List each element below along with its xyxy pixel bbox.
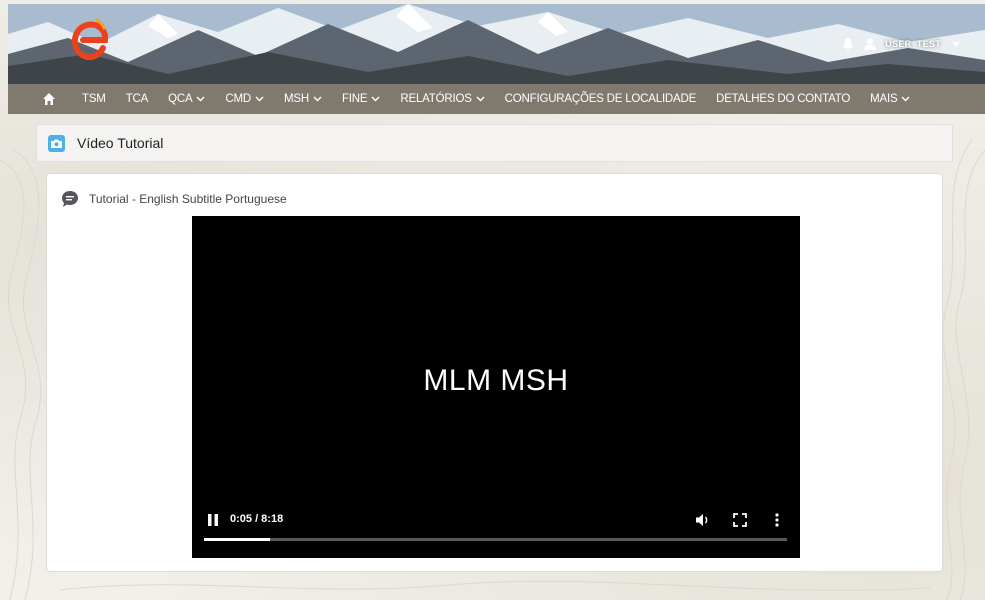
chevron-down-icon xyxy=(196,96,205,102)
chat-icon xyxy=(62,191,78,207)
video-controls: 0:05 / 8:18 xyxy=(192,506,800,546)
video-player[interactable]: MLM MSH 0:05 / 8:18 xyxy=(192,216,800,558)
chevron-down-icon xyxy=(255,96,264,102)
brand-logo[interactable] xyxy=(70,18,112,62)
nav-item-label: TCA xyxy=(125,93,149,105)
video-title: MLM MSH xyxy=(423,364,569,397)
header-banner: USER_TEST xyxy=(8,4,985,84)
video-progress-fill xyxy=(204,538,270,541)
user-icon[interactable] xyxy=(863,37,877,51)
card-header: Tutorial - English Subtitle Portuguese xyxy=(61,190,287,208)
page-title: Vídeo Tutorial xyxy=(77,135,164,151)
video-progress-bar[interactable] xyxy=(204,538,787,541)
nav-item-qca[interactable]: QCA xyxy=(158,84,215,114)
chevron-down-icon xyxy=(901,96,910,102)
nav-item-cmd[interactable]: CMD xyxy=(215,84,274,114)
main-navbar: TSM TCA QCA CMD MSH FINE RELATÓRIOS CONFIGURAÇÕ… xyxy=(8,84,985,114)
nav-item-label: MAIS xyxy=(870,93,898,105)
nav-items: TSM TCA QCA CMD MSH FINE RELATÓRIOS CONFIGURAÇÕ… xyxy=(72,84,920,114)
content-card: Tutorial - English Subtitle Portuguese M… xyxy=(46,173,943,572)
chevron-down-icon xyxy=(313,96,322,102)
home-icon[interactable] xyxy=(42,92,56,106)
nav-item-label: RELATÓRIOS xyxy=(400,93,472,105)
nav-item-label: TSM xyxy=(82,93,106,105)
nav-item-mais[interactable]: MAIS xyxy=(860,84,920,114)
pause-icon[interactable] xyxy=(206,513,220,527)
chevron-down-icon xyxy=(476,96,485,102)
user-area: USER_TEST xyxy=(841,34,963,54)
fullscreen-icon[interactable] xyxy=(733,513,747,527)
nav-item-label: FINE xyxy=(341,93,368,105)
nav-item-label: MSH xyxy=(284,93,309,105)
card-title: Tutorial - English Subtitle Portuguese xyxy=(89,192,287,206)
nav-item-tsm[interactable]: TSM xyxy=(72,84,116,114)
camera-icon xyxy=(48,134,65,152)
nav-item-label: DETALHES DO CONTATO xyxy=(716,93,851,105)
nav-item-fine[interactable]: FINE xyxy=(332,84,390,114)
nav-item-label: CONFIGURAÇÕES DE LOCALIDADE xyxy=(504,93,697,105)
nav-item-configura-es-de-localidade[interactable]: CONFIGURAÇÕES DE LOCALIDADE xyxy=(495,84,706,114)
nav-item-label: QCA xyxy=(168,93,193,105)
nav-item-tca[interactable]: TCA xyxy=(116,84,158,114)
nav-item-relat-rios[interactable]: RELATÓRIOS xyxy=(390,84,494,114)
video-time: 0:05 / 8:18 xyxy=(230,513,284,525)
more-options-icon[interactable] xyxy=(774,512,780,528)
bell-icon[interactable] xyxy=(841,37,855,51)
nav-item-msh[interactable]: MSH xyxy=(274,84,332,114)
volume-icon[interactable] xyxy=(695,512,711,528)
page-header: Vídeo Tutorial xyxy=(36,124,953,162)
caret-down-icon[interactable] xyxy=(949,37,963,51)
user-name[interactable]: USER_TEST xyxy=(885,39,941,49)
chevron-down-icon xyxy=(371,96,380,102)
nav-item-label: CMD xyxy=(225,93,252,105)
nav-item-detalhes-do-contato[interactable]: DETALHES DO CONTATO xyxy=(706,84,860,114)
